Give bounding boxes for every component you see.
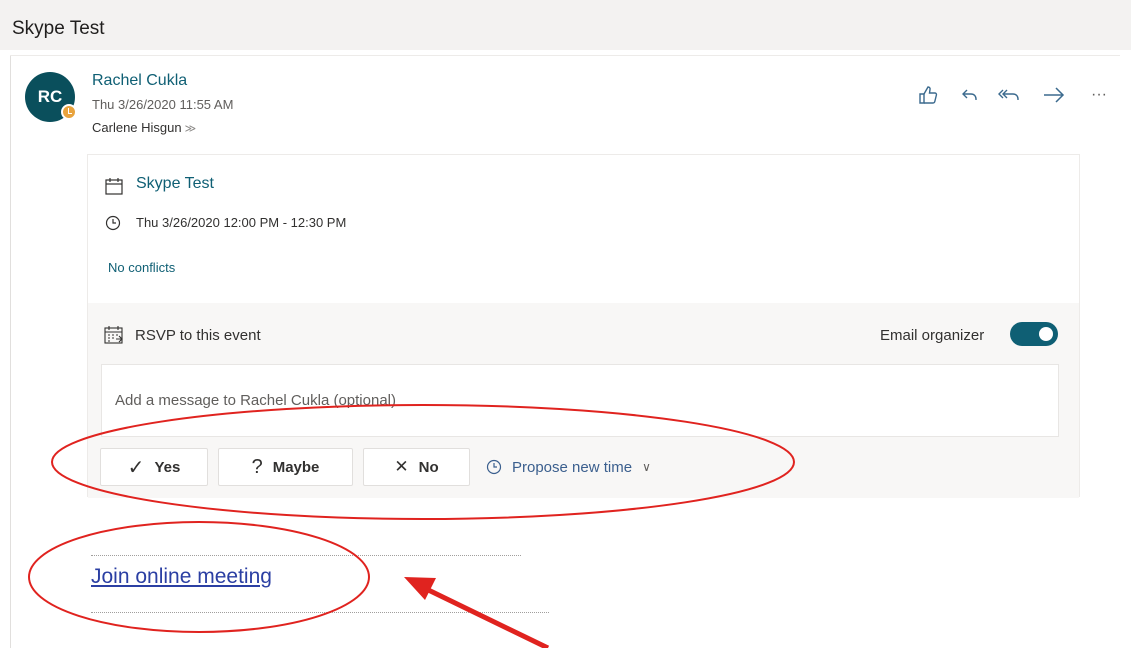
propose-new-time-button[interactable]: Propose new time ∨ (486, 448, 651, 486)
like-icon[interactable] (914, 80, 942, 110)
annotation-arrow-shaft (414, 581, 550, 648)
question-mark-icon: ? (251, 455, 263, 478)
message-actions: ··· (910, 80, 1120, 110)
toggle-knob (1039, 327, 1053, 341)
event-details: Skype Test Thu 3/26/2020 12:00 PM - 12:3… (88, 155, 1079, 303)
separator-line (91, 612, 549, 613)
event-time: Thu 3/26/2020 12:00 PM - 12:30 PM (136, 215, 347, 230)
presence-away-icon (61, 104, 77, 120)
join-online-meeting-link[interactable]: Join online meeting (91, 565, 272, 589)
close-icon: ✕ (394, 457, 409, 476)
clock-icon (105, 215, 121, 231)
sender-name[interactable]: Rachel Cukla (92, 72, 187, 90)
calendar-icon (105, 178, 123, 195)
propose-new-time-label: Propose new time (512, 458, 633, 476)
more-icon[interactable]: ··· (1084, 80, 1114, 110)
accept-label: Yes (154, 458, 181, 476)
rsvp-message-box (101, 364, 1059, 437)
separator-line (91, 555, 521, 556)
rsvp-section: RSVP to this event Email organizer ✓ Yes… (88, 303, 1079, 498)
accept-button[interactable]: ✓ Yes (100, 448, 208, 486)
meeting-card: Skype Test Thu 3/26/2020 12:00 PM - 12:3… (87, 154, 1080, 498)
subject-title: Skype Test (12, 18, 105, 39)
decline-label: No (418, 458, 439, 476)
forward-icon[interactable] (1040, 80, 1068, 110)
decline-button[interactable]: ✕ No (363, 448, 470, 486)
rsvp-message-input[interactable] (102, 365, 1058, 436)
recipient-line[interactable]: Carlene Hisgun ≫ (92, 120, 196, 135)
expand-recipients-icon[interactable]: ≫ (185, 123, 197, 135)
reading-pane-border (10, 55, 11, 648)
avatar-initials: RC (37, 87, 63, 106)
rsvp-title: RSVP to this event (135, 327, 261, 344)
no-conflicts-link[interactable]: No conflicts (108, 260, 175, 275)
tentative-button[interactable]: ? Maybe (218, 448, 353, 486)
annotation-arrow-head (404, 577, 436, 600)
reply-icon[interactable] (958, 80, 982, 110)
email-organizer-toggle[interactable] (1010, 322, 1058, 346)
recipient-name: Carlene Hisgun (92, 120, 182, 135)
clock-icon (486, 459, 502, 475)
event-title[interactable]: Skype Test (136, 175, 214, 193)
email-organizer-label: Email organizer (880, 327, 985, 344)
subject-header: Skype Test (0, 0, 1131, 50)
chevron-down-icon: ∨ (642, 460, 651, 474)
tentative-label: Maybe (272, 458, 320, 476)
reply-all-icon[interactable] (996, 80, 1026, 110)
calendar-reply-icon (104, 326, 123, 344)
checkmark-icon: ✓ (127, 456, 145, 479)
sent-date: Thu 3/26/2020 11:55 AM (92, 97, 234, 112)
message-divider (10, 55, 1120, 56)
